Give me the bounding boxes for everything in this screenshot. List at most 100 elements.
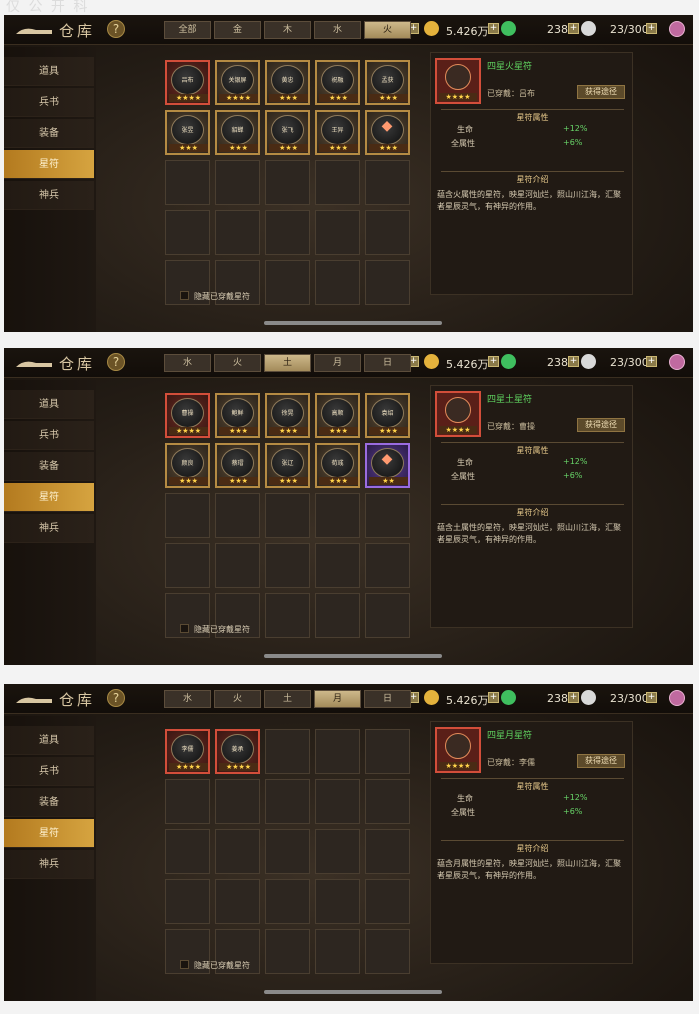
sidebar-item[interactable]: 装备: [4, 788, 94, 817]
empty-slot: [165, 160, 210, 205]
item-owner-label: 高顺: [331, 410, 344, 417]
selected-rune-icon: ★★★★: [435, 391, 481, 437]
empty-slot: [215, 210, 260, 255]
star-rune-item[interactable]: 张飞 ★★★: [265, 110, 310, 155]
star-rune-item[interactable]: 黄忠 ★★★: [265, 60, 310, 105]
filter-tab[interactable]: 火: [214, 354, 261, 372]
filter-tab[interactable]: 土: [264, 354, 311, 372]
star-rune-item[interactable]: 曹操 ★★★★: [165, 393, 210, 438]
obtain-path-button[interactable]: 获得途径: [577, 85, 625, 99]
star-rune-item[interactable]: ◆ ★★★: [365, 110, 410, 155]
star-rune-item[interactable]: 姜承 ★★★★: [215, 729, 260, 774]
filter-tab[interactable]: 火: [364, 21, 411, 39]
star-rune-item[interactable]: 高顺 ★★★: [315, 393, 360, 438]
sidebar-item[interactable]: 星符: [4, 483, 94, 512]
add-resource-button[interactable]: +: [488, 692, 499, 703]
add-resource-button[interactable]: +: [646, 356, 657, 367]
item-owner-label: 蔡瑁: [231, 460, 244, 467]
sidebar-item[interactable]: 星符: [4, 819, 94, 848]
menu-icon[interactable]: [669, 21, 685, 37]
star-rune-item[interactable]: 王异 ★★★: [315, 110, 360, 155]
attribute-name: 全属性: [451, 472, 475, 481]
obtain-path-button[interactable]: 获得途径: [577, 418, 625, 432]
filter-tab[interactable]: 日: [364, 354, 411, 372]
empty-slot: [365, 543, 410, 588]
help-icon[interactable]: ?: [107, 689, 125, 707]
checkbox[interactable]: [180, 960, 189, 969]
empty-slot: [265, 879, 310, 924]
back-icon[interactable]: [14, 23, 54, 37]
add-resource-button[interactable]: +: [568, 356, 579, 367]
add-resource-button[interactable]: +: [568, 692, 579, 703]
filter-tab[interactable]: 月: [314, 354, 361, 372]
attribute-name: 生命: [457, 794, 473, 803]
star-rune-item[interactable]: 鲍鲜 ★★★: [215, 393, 260, 438]
screen-panel: 仓库?49.79万+5.426万+238+23/300+道具兵书装备星符神兵全部…: [4, 15, 693, 332]
filter-tab[interactable]: 月: [314, 690, 361, 708]
filter-tab[interactable]: 金: [214, 21, 261, 39]
sidebar-item[interactable]: 装备: [4, 119, 94, 148]
sidebar-item[interactable]: 装备: [4, 452, 94, 481]
capacity-value: 23/300: [610, 356, 649, 369]
sidebar-item[interactable]: 兵书: [4, 88, 94, 117]
filter-tab[interactable]: 水: [164, 690, 211, 708]
star-rune-item[interactable]: 袁绍 ★★★: [365, 393, 410, 438]
sidebar-item[interactable]: 神兵: [4, 514, 94, 543]
filter-tab[interactable]: 日: [364, 690, 411, 708]
star-rune-item[interactable]: 貂蝉 ★★★: [215, 110, 260, 155]
checkbox[interactable]: [180, 291, 189, 300]
filter-tab[interactable]: 水: [314, 21, 361, 39]
filter-tab[interactable]: 土: [264, 690, 311, 708]
checkbox[interactable]: [180, 624, 189, 633]
item-owner-label: 张飞: [281, 127, 294, 134]
empty-slot: [315, 543, 360, 588]
add-resource-button[interactable]: +: [488, 356, 499, 367]
sidebar-item[interactable]: 道具: [4, 726, 94, 755]
filter-tab[interactable]: 木: [264, 21, 311, 39]
help-icon[interactable]: ?: [107, 20, 125, 38]
attribute-value: +6%: [563, 471, 583, 480]
add-resource-button[interactable]: +: [646, 692, 657, 703]
sidebar-item[interactable]: 兵书: [4, 421, 94, 450]
rune-name: 四星火星符: [487, 62, 533, 72]
star-rune-item[interactable]: ◆ ★★: [365, 443, 410, 488]
back-icon[interactable]: [14, 356, 54, 370]
star-rating: ★★★: [369, 94, 408, 102]
item-owner-label: 黄忠: [281, 77, 294, 84]
filter-tab[interactable]: 火: [214, 690, 261, 708]
obtain-path-button[interactable]: 获得途径: [577, 754, 625, 768]
sidebar-item[interactable]: 神兵: [4, 850, 94, 879]
empty-slot: [265, 779, 310, 824]
rune-description: 蕴含土属性的星符，映星河灿烂，照山川江海，汇聚者星辰灵气，有神异的作用。: [437, 523, 621, 544]
sidebar-item[interactable]: 兵书: [4, 757, 94, 786]
star-rune-item[interactable]: 蔡瑁 ★★★: [215, 443, 260, 488]
star-rating: ★★★: [319, 144, 358, 152]
star-rune-item[interactable]: 吕布 ★★★★: [165, 60, 210, 105]
selected-star-rating: ★★★★: [439, 426, 477, 434]
filter-tab[interactable]: 水: [164, 354, 211, 372]
star-rune-item[interactable]: 李儒 ★★★★: [165, 729, 210, 774]
star-rune-item[interactable]: 张昱 ★★★: [165, 110, 210, 155]
filter-tab[interactable]: 全部: [164, 21, 211, 39]
star-rune-item[interactable]: 徐晃 ★★★: [265, 393, 310, 438]
sidebar-item[interactable]: 道具: [4, 57, 94, 86]
sidebar-item[interactable]: 神兵: [4, 181, 94, 210]
star-rune-item[interactable]: 颜良 ★★★: [165, 443, 210, 488]
empty-slot: [365, 493, 410, 538]
sidebar-item[interactable]: 道具: [4, 390, 94, 419]
star-rating: ★★★: [269, 427, 308, 435]
sidebar-item[interactable]: 星符: [4, 150, 94, 179]
star-rune-item[interactable]: 张辽 ★★★: [265, 443, 310, 488]
star-rune-item[interactable]: 孟获 ★★★: [365, 60, 410, 105]
help-icon[interactable]: ?: [107, 353, 125, 371]
menu-icon[interactable]: [669, 354, 685, 370]
star-rune-item[interactable]: 荀彧 ★★★: [315, 443, 360, 488]
add-resource-button[interactable]: +: [488, 23, 499, 34]
menu-icon[interactable]: [669, 690, 685, 706]
back-icon[interactable]: [14, 692, 54, 706]
star-rating: ★★★★: [169, 763, 208, 771]
add-resource-button[interactable]: +: [568, 23, 579, 34]
star-rune-item[interactable]: 祝融 ★★★: [315, 60, 360, 105]
add-resource-button[interactable]: +: [646, 23, 657, 34]
star-rune-item[interactable]: 关银屏 ★★★★: [215, 60, 260, 105]
